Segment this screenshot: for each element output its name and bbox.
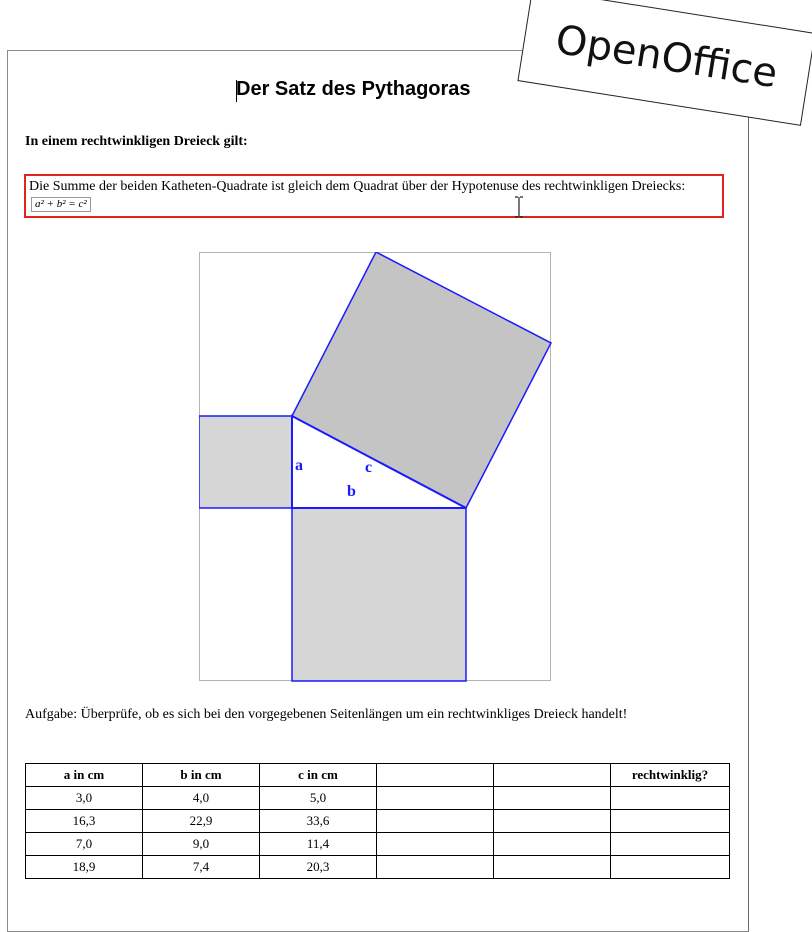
header-cell[interactable]: a in cm	[25, 763, 143, 787]
subheading[interactable]: In einem rechtwinkligen Dreieck gilt:	[25, 134, 248, 150]
table-cell[interactable]	[376, 809, 494, 833]
table-cell[interactable]: 33,6	[259, 809, 377, 833]
table-cell[interactable]: 16,3	[25, 809, 143, 833]
statement-paragraph[interactable]: Die Summe der beiden Katheten-Quadrate i…	[29, 178, 719, 214]
header-cell[interactable]: rechtwinklig?	[610, 763, 730, 787]
table-row: 7,0 9,0 11,4	[25, 832, 730, 856]
ibeam-cursor-icon	[515, 196, 523, 218]
task-text[interactable]: Aufgabe: Überprüfe, ob es sich bei den v…	[25, 706, 735, 724]
pythagoras-figure[interactable]: a c b	[199, 252, 554, 682]
table-cell[interactable]	[610, 855, 730, 879]
text-cursor	[236, 80, 237, 102]
formula-object[interactable]: a² + b² = c²	[31, 197, 91, 213]
statement-box[interactable]: Die Summe der beiden Katheten-Quadrate i…	[24, 174, 724, 218]
table-cell[interactable]: 9,0	[142, 832, 260, 856]
table-cell[interactable]	[610, 786, 730, 810]
table-cell[interactable]: 22,9	[142, 809, 260, 833]
table-row: 3,0 4,0 5,0	[25, 786, 730, 810]
table-cell[interactable]	[610, 809, 730, 833]
table-cell[interactable]	[493, 786, 611, 810]
table-cell[interactable]: 11,4	[259, 832, 377, 856]
side-label-c: c	[365, 459, 372, 476]
document-title[interactable]: Der Satz des Pythagoras	[236, 78, 471, 101]
table-cell[interactable]: 7,4	[142, 855, 260, 879]
table-cell[interactable]	[376, 832, 494, 856]
side-label-b: b	[347, 483, 356, 500]
table-cell[interactable]: 20,3	[259, 855, 377, 879]
table-header-row: a in cm b in cm c in cm rechtwinklig?	[25, 763, 730, 787]
header-cell[interactable]: c in cm	[259, 763, 377, 787]
table-cell[interactable]	[610, 832, 730, 856]
statement-text: Die Summe der beiden Katheten-Quadrate i…	[29, 179, 686, 194]
table-row: 18,9 7,4 20,3	[25, 855, 730, 879]
table-cell[interactable]	[376, 786, 494, 810]
table-row: 16,3 22,9 33,6	[25, 809, 730, 833]
table-cell[interactable]: 5,0	[259, 786, 377, 810]
header-cell[interactable]	[493, 763, 611, 787]
table-cell[interactable]	[493, 809, 611, 833]
table-cell[interactable]: 7,0	[25, 832, 143, 856]
header-cell[interactable]	[376, 763, 494, 787]
square-a	[199, 415, 293, 509]
table-cell[interactable]	[376, 855, 494, 879]
side-length-table[interactable]: a in cm b in cm c in cm rechtwinklig? 3,…	[25, 763, 730, 879]
square-b	[291, 507, 467, 682]
side-label-a: a	[295, 457, 303, 474]
table-cell[interactable]	[493, 855, 611, 879]
table-cell[interactable]: 18,9	[25, 855, 143, 879]
table-cell[interactable]: 3,0	[25, 786, 143, 810]
table-cell[interactable]: 4,0	[142, 786, 260, 810]
header-cell[interactable]: b in cm	[142, 763, 260, 787]
table-cell[interactable]	[493, 832, 611, 856]
